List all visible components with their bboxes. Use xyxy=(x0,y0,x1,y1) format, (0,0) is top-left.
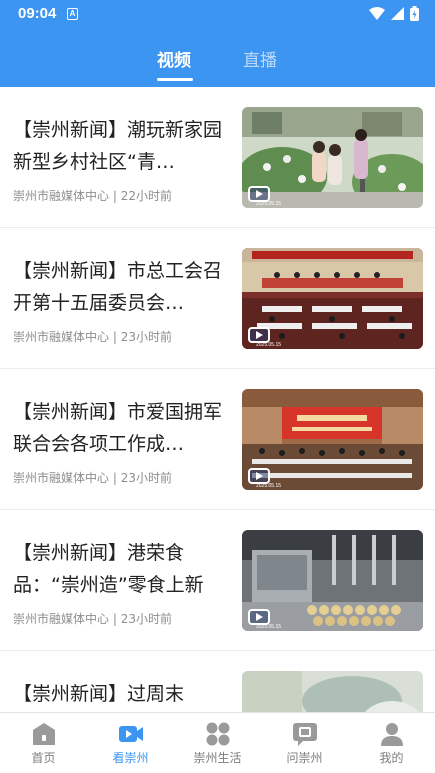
status-bar: 09:04 A xyxy=(0,0,435,28)
play-icon xyxy=(248,468,270,484)
tab-live[interactable]: 直播 xyxy=(243,46,277,71)
profile-icon xyxy=(380,723,403,746)
item-time: 22小时前 xyxy=(120,189,172,203)
nav-home[interactable]: 首页 xyxy=(0,721,87,766)
item-title: 【崇州新闻】市爱国拥军联合会各项工作成… xyxy=(13,401,223,455)
video-thumbnail[interactable]: 2025.05.15 xyxy=(242,530,423,631)
home-icon xyxy=(32,723,55,745)
list-item[interactable]: 【崇州新闻】潮玩新家园 新型乡村社区“青… 崇州市融媒体中心 | 22小时前 2… xyxy=(0,87,435,228)
signal-icon xyxy=(391,7,404,20)
status-icons xyxy=(369,6,419,21)
item-time: 23小时前 xyxy=(120,330,172,344)
item-meta: 崇州市融媒体中心 | 23小时前 xyxy=(13,612,172,626)
thumb-date: 2025.05.15 xyxy=(256,342,282,348)
item-title: 【崇州新闻】过周末 xyxy=(13,683,185,705)
item-title: 【崇州新闻】港荣食品：“崇州造”零食上新 xyxy=(13,542,204,596)
play-icon xyxy=(248,327,270,343)
list-item[interactable]: 【崇州新闻】市爱国拥军联合会各项工作成… 崇州市融媒体中心 | 23小时前 20… xyxy=(0,369,435,510)
app-header: 09:04 A 视频 直播 xyxy=(0,0,435,87)
tab-video[interactable]: 视频 xyxy=(157,46,191,71)
video-thumbnail[interactable]: 2025.05.15 xyxy=(242,248,423,349)
thumb-date: 2025.05.15 xyxy=(256,201,282,207)
item-source: 崇州市融媒体中心 xyxy=(13,471,110,485)
nav-watch-chongzhou[interactable]: 看崇州 xyxy=(87,721,174,766)
nav-label: 我的 xyxy=(379,751,404,765)
play-icon xyxy=(248,609,270,625)
list-item[interactable]: 【崇州新闻】过周末 xyxy=(0,651,435,712)
list-item[interactable]: 【崇州新闻】市总工会召开第十五届委员会… 崇州市融媒体中心 | 23小时前 20… xyxy=(0,228,435,369)
thumb-date: 2025.05.15 xyxy=(256,624,282,630)
video-thumbnail[interactable]: 2025.05.15 xyxy=(242,389,423,490)
video-camera-icon xyxy=(118,726,143,742)
nav-ask[interactable]: 问崇州 xyxy=(261,721,348,766)
item-source: 崇州市融媒体中心 xyxy=(13,189,110,203)
item-title: 【崇州新闻】市总工会召开第十五届委员会… xyxy=(13,260,223,314)
battery-charging-icon xyxy=(410,6,419,21)
tab-bar: 视频 直播 xyxy=(0,44,435,87)
notification-a-icon: A xyxy=(67,8,78,20)
item-time: 23小时前 xyxy=(120,471,172,485)
status-time: 09:04 xyxy=(18,5,57,22)
wifi-icon xyxy=(369,7,385,20)
video-thumbnail[interactable]: 2025.05.15 xyxy=(242,107,423,208)
list-item[interactable]: 【崇州新闻】港荣食品：“崇州造”零食上新 崇州市融媒体中心 | 23小时前 20… xyxy=(0,510,435,651)
bottom-navigation: 首页 看崇州 崇州生活 问崇州 我的 xyxy=(0,712,435,773)
active-tab-indicator xyxy=(157,78,193,81)
item-time: 23小时前 xyxy=(120,612,172,626)
item-title: 【崇州新闻】潮玩新家园 新型乡村社区“青… xyxy=(13,119,223,173)
item-meta: 崇州市融媒体中心 | 23小时前 xyxy=(13,471,172,485)
item-meta: 崇州市融媒体中心 | 23小时前 xyxy=(13,330,172,344)
nav-label: 问崇州 xyxy=(286,751,323,765)
nav-label: 看崇州 xyxy=(112,751,149,765)
nav-label: 首页 xyxy=(31,751,56,765)
outdoor-photo-icon xyxy=(242,671,423,712)
play-icon xyxy=(248,186,270,202)
nav-profile[interactable]: 我的 xyxy=(348,721,435,766)
thumb-date: 2025.05.15 xyxy=(256,483,282,489)
nav-label: 崇州生活 xyxy=(193,751,242,765)
nav-life[interactable]: 崇州生活 xyxy=(174,721,261,766)
item-source: 崇州市融媒体中心 xyxy=(13,612,110,626)
item-source: 崇州市融媒体中心 xyxy=(13,330,110,344)
video-thumbnail[interactable] xyxy=(242,671,423,712)
question-chat-icon xyxy=(292,723,317,746)
grid-apps-icon xyxy=(206,722,229,746)
item-meta: 崇州市融媒体中心 | 22小时前 xyxy=(13,189,172,203)
video-news-list[interactable]: 【崇州新闻】潮玩新家园 新型乡村社区“青… 崇州市融媒体中心 | 22小时前 2… xyxy=(0,87,435,712)
